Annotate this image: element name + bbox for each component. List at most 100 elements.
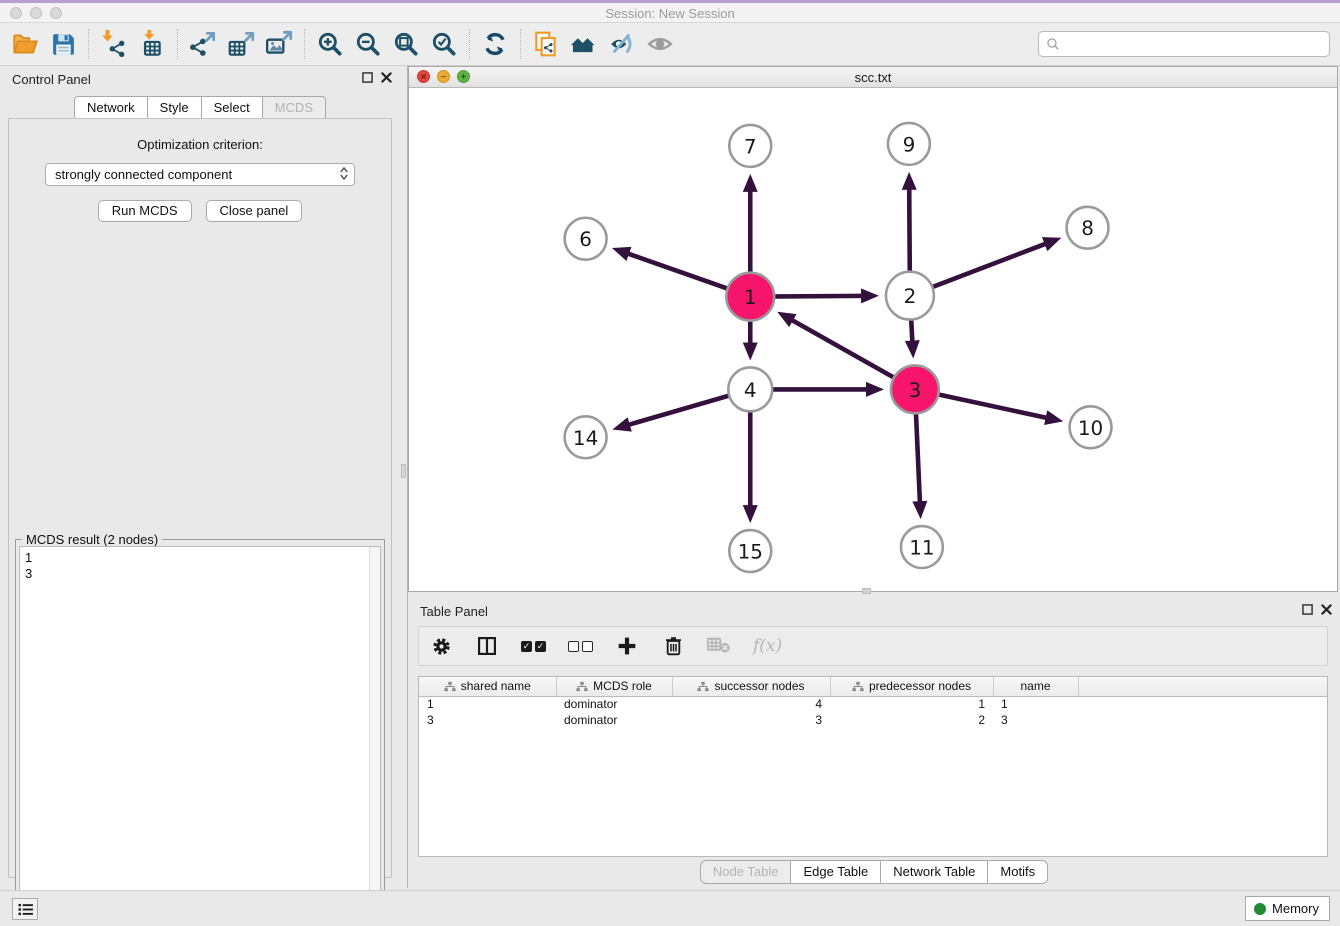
unchecked-box-icon [582, 641, 593, 652]
table-cell[interactable]: 2 [830, 712, 993, 728]
network-graph: 7968124314101511 [409, 88, 1337, 591]
export-table-icon [227, 30, 255, 58]
node-label-14: 14 [573, 426, 598, 450]
zoom-out-button[interactable] [349, 26, 387, 62]
table-cell[interactable]: 1 [419, 696, 556, 712]
node-label-1: 1 [744, 285, 757, 309]
zoom-selected-region-button[interactable] [425, 26, 463, 62]
network-canvas[interactable]: 7968124314101511 [409, 88, 1337, 591]
first-neighbors-button[interactable] [565, 26, 603, 62]
refresh-layout-icon [481, 30, 509, 58]
tab-edge-table[interactable]: Edge Table [791, 860, 881, 884]
table-panel: Table Panel ✓ ✓ [408, 598, 1340, 890]
close-panel-icon[interactable] [381, 72, 392, 83]
table-cell[interactable]: dominator [556, 712, 672, 728]
show-all-hidden-button[interactable] [641, 26, 679, 62]
column-header-successor-nodes[interactable]: successor nodes [672, 677, 830, 696]
result-scrollbar[interactable] [369, 547, 380, 915]
toolbar-separator [520, 29, 521, 59]
window-titlebar: Session: New Session [0, 3, 1340, 23]
delete-table-button[interactable] [707, 634, 731, 658]
hide-eye-icon [608, 30, 636, 58]
unchecked-box-icon [568, 641, 579, 652]
table-cell[interactable]: 1 [830, 696, 993, 712]
tab-node-table[interactable]: Node Table [700, 860, 792, 884]
tab-select[interactable]: Select [202, 96, 263, 120]
hierarchy-icon [444, 681, 456, 692]
table-options-gear-button[interactable] [429, 634, 453, 658]
table-cell[interactable]: dominator [556, 696, 672, 712]
status-bar: Memory [0, 890, 1340, 926]
edge-arrowhead [612, 247, 631, 261]
edge-arrowhead [743, 174, 758, 192]
import-network-from-file-button[interactable] [95, 26, 133, 62]
close-panel-button[interactable]: Close panel [206, 200, 303, 222]
memory-status-icon [1254, 903, 1266, 915]
vertical-splitter[interactable] [400, 66, 408, 888]
hide-selected-button[interactable] [603, 26, 641, 62]
open-session-button[interactable] [6, 26, 44, 62]
save-session-button[interactable] [44, 26, 82, 62]
export-network-icon [189, 30, 217, 58]
export-table-button[interactable] [222, 26, 260, 62]
plus-icon [617, 636, 637, 656]
column-header-name[interactable]: name [993, 677, 1078, 696]
table-row[interactable]: 1dominator411 [419, 696, 1327, 712]
table-cell[interactable]: 4 [672, 696, 830, 712]
splitter-grip[interactable] [401, 464, 406, 478]
export-image-button[interactable] [260, 26, 298, 62]
deselect-all-columns-button[interactable] [568, 641, 593, 652]
edge-arrowhead [861, 288, 879, 303]
tab-mcds[interactable]: MCDS [263, 96, 326, 120]
tab-network[interactable]: Network [74, 96, 148, 120]
zoom-out-icon [354, 30, 382, 58]
select-all-columns-button[interactable]: ✓ ✓ [521, 641, 546, 652]
memory-button[interactable]: Memory [1245, 896, 1330, 921]
new-network-from-selection-button[interactable] [527, 26, 565, 62]
canvas-splitter-grip[interactable] [862, 588, 871, 594]
list-icon [18, 903, 33, 916]
mcds-result-title: MCDS result (2 nodes) [22, 532, 162, 547]
search-input[interactable] [1060, 37, 1329, 52]
task-history-button[interactable] [12, 898, 38, 920]
delete-columns-button[interactable] [661, 634, 685, 658]
tab-style[interactable]: Style [148, 96, 202, 120]
function-builder-button[interactable]: f(x) [753, 636, 782, 656]
apply-preferred-layout-button[interactable] [476, 26, 514, 62]
table-row[interactable]: 3dominator323 [419, 712, 1327, 728]
control-panel-title: Control Panel [12, 72, 91, 87]
table-cell[interactable]: 1 [993, 696, 1078, 712]
column-header-shared-name[interactable]: shared name [419, 677, 556, 696]
mcds-result-text[interactable]: 1 3 [19, 546, 381, 916]
open-folder-icon [11, 30, 39, 58]
node-label-10: 10 [1078, 416, 1103, 440]
create-new-column-button[interactable] [615, 634, 639, 658]
network-frame-titlebar[interactable]: × − + scc.txt [409, 67, 1337, 88]
search-field[interactable] [1038, 31, 1330, 57]
toolbar-separator [177, 29, 178, 59]
table-cell[interactable]: 3 [672, 712, 830, 728]
run-mcds-button[interactable]: Run MCDS [98, 200, 192, 222]
float-panel-icon[interactable] [1302, 604, 1313, 615]
node-label-9: 9 [903, 132, 916, 156]
show-columns-button[interactable] [475, 634, 499, 658]
import-table-from-file-button[interactable] [133, 26, 171, 62]
column-header-predecessor-nodes[interactable]: predecessor nodes [830, 677, 993, 696]
table-header-row: shared name MCDS role successor nodes pr… [419, 677, 1327, 696]
edge-arrowhead [743, 505, 758, 523]
criterion-selected-value: strongly connected component [55, 167, 232, 182]
export-network-button[interactable] [184, 26, 222, 62]
table-cell[interactable]: 3 [419, 712, 556, 728]
float-panel-icon[interactable] [362, 72, 373, 83]
edge-arrowhead [866, 382, 884, 397]
zoom-in-button[interactable] [311, 26, 349, 62]
column-header-mcds-role[interactable]: MCDS role [556, 677, 672, 696]
criterion-select[interactable]: strongly connected component [45, 163, 355, 186]
hierarchy-icon [576, 681, 588, 692]
tab-network-table[interactable]: Network Table [881, 860, 988, 884]
zoom-in-icon [316, 30, 344, 58]
zoom-fit-content-button[interactable] [387, 26, 425, 62]
close-panel-icon[interactable] [1321, 604, 1332, 615]
tab-motifs[interactable]: Motifs [988, 860, 1048, 884]
table-cell[interactable]: 3 [993, 712, 1078, 728]
